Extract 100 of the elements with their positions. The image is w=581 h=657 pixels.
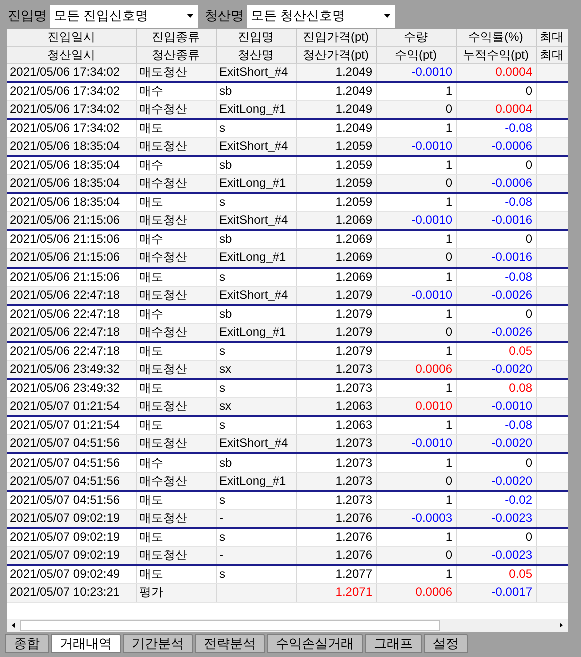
column-header[interactable]: 청산명: [216, 46, 296, 63]
table-cell: 2021/05/07 04:51:56: [7, 434, 136, 454]
table-cell: 1.2059: [296, 174, 376, 194]
table-cell: ExitShort_#4: [216, 434, 296, 454]
table-cell: -0.0017: [456, 584, 536, 602]
table-cell: 0.0006: [376, 360, 456, 380]
table-cell: sb: [216, 304, 296, 324]
table-cell: 매수청산: [136, 100, 216, 119]
column-header[interactable]: 수익률(%): [456, 29, 536, 46]
table-cell: 2021/05/07 04:51:56: [7, 472, 136, 491]
table-cell: 1.2071: [296, 584, 376, 602]
table-cell: 1.2073: [296, 453, 376, 472]
table-cell: 1.2069: [296, 212, 376, 230]
column-header[interactable]: 진입가격(pt): [296, 29, 376, 46]
scrollbar-thumb[interactable]: [20, 620, 440, 631]
table-cell: 평가: [136, 584, 216, 602]
table-cell: 1.2076: [296, 546, 376, 566]
table-cell: 매도청산: [136, 137, 216, 156]
table-cell: 1.2063: [296, 398, 376, 416]
table-cell: s: [216, 118, 296, 138]
tab[interactable]: 설정: [424, 634, 468, 653]
table-cell: 2021/05/06 17:34:02: [7, 63, 136, 82]
table-cell: 0: [376, 174, 456, 194]
table-cell: 2021/05/07 10:23:21: [7, 584, 136, 602]
table-cell: 2021/05/06 22:47:18: [7, 323, 136, 342]
table-cell: -0.0010: [376, 434, 456, 454]
table-cell: 2021/05/07 09:02:19: [7, 528, 136, 546]
table-cell: -0.0006: [456, 174, 536, 194]
table-cell: s: [216, 268, 296, 286]
table-cell: s: [216, 490, 296, 510]
table-cell: ExitShort_#4: [216, 212, 296, 230]
table-cell: 0.0004: [456, 100, 536, 119]
table-cell: 0: [376, 323, 456, 342]
table-cell: 1.2079: [296, 286, 376, 305]
tab[interactable]: 기간분석: [123, 634, 193, 653]
dropdown-field[interactable]: 모든 진입신호명: [50, 4, 198, 28]
table-cell: 0: [456, 528, 536, 546]
table-cell: 매수청산: [136, 472, 216, 491]
table-cell: 2021/05/06 21:15:06: [7, 212, 136, 230]
table-cell: 매도청산: [136, 509, 216, 528]
filter-label: 청산명: [204, 7, 245, 26]
table-cell: sb: [216, 82, 296, 100]
table-cell: sb: [216, 453, 296, 472]
table-cell: 매도청산: [136, 286, 216, 305]
column-header[interactable]: 진입명: [216, 29, 296, 46]
table-cell: -0.0010: [376, 212, 456, 230]
table-cell: 2021/05/07 04:51:56: [7, 490, 136, 510]
table-cell: 1.2049: [296, 118, 376, 138]
table-cell: -0.0020: [456, 360, 536, 380]
table-cell: 매도: [136, 528, 216, 546]
column-header[interactable]: 청산종류: [136, 46, 216, 63]
table-cell: 1: [376, 82, 456, 100]
table-cell: -0.08: [456, 268, 536, 286]
table-cell: 0: [456, 304, 536, 324]
table-cell: 매도: [136, 490, 216, 510]
column-header[interactable]: 누적수익(pt): [456, 46, 536, 63]
table-cell: 2021/05/06 21:15:06: [7, 248, 136, 268]
table-cell: -: [216, 509, 296, 528]
column-header[interactable]: 진입종류: [136, 29, 216, 46]
filter-label: 진입명: [7, 7, 48, 26]
table-cell: 1.2049: [296, 100, 376, 119]
table-cell: 매도청산: [136, 434, 216, 454]
table-cell: 2021/05/07 09:02:19: [7, 546, 136, 566]
table-cell: 1: [376, 118, 456, 138]
table-cell: -0.0023: [456, 546, 536, 566]
table-cell: -0.08: [456, 118, 536, 138]
table-cell: ExitLong_#1: [216, 323, 296, 342]
table-cell: 2021/05/07 09:02:19: [7, 509, 136, 528]
table-cell: -0.0020: [456, 472, 536, 491]
table-cell: -0.0003: [376, 509, 456, 528]
table-cell: 0: [376, 546, 456, 566]
tab[interactable]: 그래프: [365, 634, 422, 653]
column-header[interactable]: 청산가격(pt): [296, 46, 376, 63]
column-header[interactable]: 청산일시: [7, 46, 136, 63]
table-cell: 2021/05/06 22:47:18: [7, 304, 136, 324]
column-header[interactable]: 최대: [536, 29, 568, 46]
table-cell: ExitShort_#4: [216, 286, 296, 305]
tab[interactable]: 전략분석: [195, 634, 265, 653]
table-cell: 매도청산: [136, 546, 216, 566]
table-cell: 0: [456, 82, 536, 100]
tab[interactable]: 수익손실거래: [267, 634, 363, 653]
column-header[interactable]: 최대: [536, 46, 568, 63]
table-cell: 매도청산: [136, 63, 216, 82]
table-cell: 매수: [136, 453, 216, 472]
column-header[interactable]: 수익(pt): [376, 46, 456, 63]
table-cell: 0: [456, 453, 536, 472]
tab[interactable]: 거래내역: [51, 634, 121, 653]
table-cell: 2021/05/06 21:15:06: [7, 268, 136, 286]
table-cell: ExitLong_#1: [216, 248, 296, 268]
table-cell: 1: [376, 268, 456, 286]
table-cell: 매수청산: [136, 174, 216, 194]
table-cell: -0.0010: [376, 63, 456, 82]
dropdown-field[interactable]: 모든 청산신호명: [247, 4, 395, 28]
tab[interactable]: 종합: [5, 634, 49, 653]
table-cell: -: [216, 546, 296, 566]
table-cell: 1.2076: [296, 528, 376, 546]
column-header[interactable]: 수량: [376, 29, 456, 46]
table-cell: -0.0016: [456, 212, 536, 230]
column-header[interactable]: 진입일시: [7, 29, 136, 46]
table-cell: ExitShort_#4: [216, 137, 296, 156]
